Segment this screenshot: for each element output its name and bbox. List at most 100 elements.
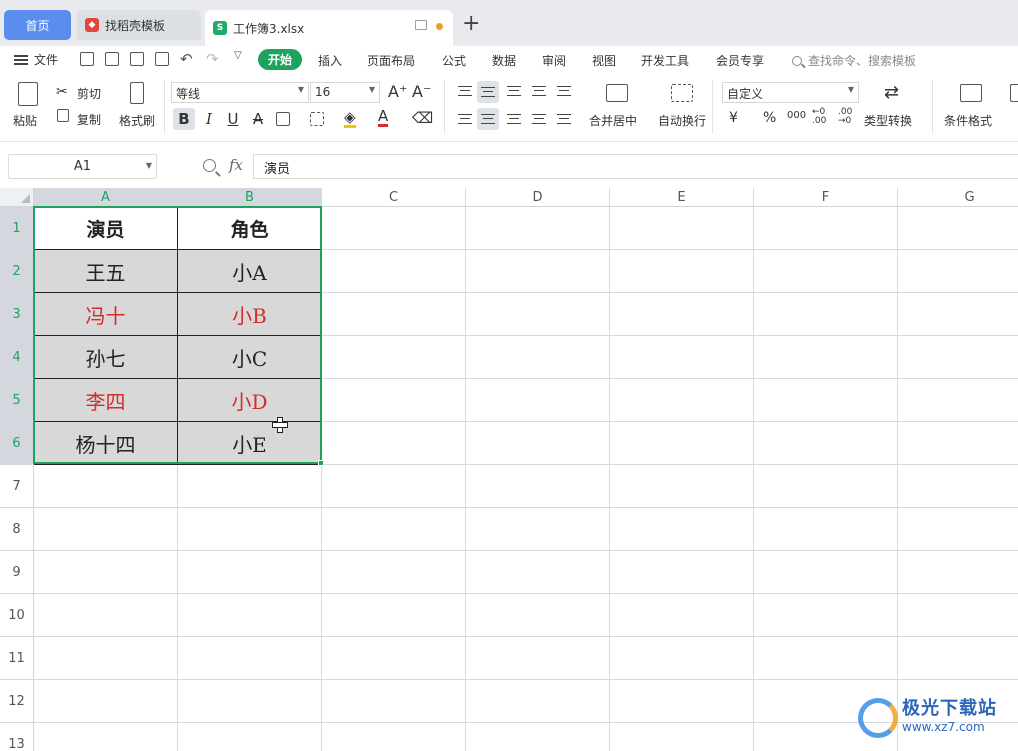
font-color-icon[interactable]: A <box>378 108 389 127</box>
row-header-7[interactable]: 7 <box>0 465 34 508</box>
merge-center-button[interactable]: 合并居中 <box>589 112 637 129</box>
select-all-corner[interactable] <box>0 188 34 207</box>
increase-decimal-icon[interactable]: ←0.00 <box>812 108 826 126</box>
row-header-1[interactable]: 1 <box>0 207 34 250</box>
percent-button[interactable]: % <box>763 110 776 126</box>
conditional-format-button[interactable]: 条件格式 <box>944 112 992 129</box>
row-header-6[interactable]: 6 <box>0 422 34 465</box>
new-tab-button[interactable]: + <box>462 12 480 36</box>
align-left-icon[interactable] <box>458 114 472 124</box>
row-header-5[interactable]: 5 <box>0 379 34 422</box>
quick-access-dropdown-icon[interactable]: ▽ <box>234 50 242 61</box>
monitor-icon[interactable] <box>415 20 427 30</box>
decrease-font-icon[interactable]: A⁻ <box>412 82 431 101</box>
redo-icon[interactable]: ↷ <box>206 50 219 68</box>
paste-icon[interactable] <box>18 82 38 106</box>
menu-review[interactable]: 审阅 <box>542 52 566 69</box>
bold-button[interactable]: B <box>173 108 195 130</box>
align-middle-button[interactable] <box>477 81 499 103</box>
border-icon[interactable] <box>276 112 290 126</box>
currency-button[interactable]: ¥ <box>729 110 738 126</box>
function-icon[interactable]: fx <box>229 156 243 174</box>
indent-decrease-icon[interactable] <box>532 86 546 96</box>
column-header-f[interactable]: F <box>754 188 898 207</box>
save-icon[interactable] <box>80 52 94 66</box>
align-right-icon[interactable] <box>507 114 521 124</box>
row-header-11[interactable]: 11 <box>0 637 34 680</box>
column-header-b[interactable]: B <box>178 188 322 207</box>
cell-b5[interactable]: 小D <box>178 379 322 422</box>
print-preview-icon[interactable] <box>155 52 169 66</box>
column-header-g[interactable]: G <box>898 188 1018 207</box>
cell-a1[interactable]: 演员 <box>34 207 178 250</box>
column-header-e[interactable]: E <box>610 188 754 207</box>
align-top-icon[interactable] <box>458 86 472 96</box>
print-icon[interactable] <box>130 52 144 66</box>
align-bottom-icon[interactable] <box>507 86 521 96</box>
name-box[interactable]: A1 ▼ <box>8 154 157 179</box>
row-header-8[interactable]: 8 <box>0 508 34 551</box>
paste-button[interactable]: 粘贴 <box>13 112 37 129</box>
align-center-button[interactable] <box>477 108 499 130</box>
cell-a5[interactable]: 李四 <box>34 379 178 422</box>
tab-home[interactable]: 首页 <box>4 10 71 40</box>
row-header-9[interactable]: 9 <box>0 551 34 594</box>
italic-button[interactable]: I <box>198 108 220 130</box>
row-header-10[interactable]: 10 <box>0 594 34 637</box>
font-size-select[interactable]: 16 ▼ <box>310 82 380 103</box>
format-painter-button[interactable]: 格式刷 <box>119 112 155 129</box>
tab-workbook[interactable]: S 工作簿3.xlsx <box>205 10 453 46</box>
menu-data[interactable]: 数据 <box>492 52 516 69</box>
cell-a6[interactable]: 杨十四 <box>34 422 178 465</box>
export-pdf-icon[interactable] <box>105 52 119 66</box>
menu-insert[interactable]: 插入 <box>318 52 342 69</box>
row-header-2[interactable]: 2 <box>0 250 34 293</box>
cell-b2[interactable]: 小A <box>178 250 322 293</box>
cell-style-icon[interactable] <box>310 112 324 126</box>
indent-increase-icon[interactable] <box>557 86 571 96</box>
justify-icon[interactable] <box>532 114 546 124</box>
copy-button[interactable]: 复制 <box>77 111 101 128</box>
tab-template[interactable]: ◆ 找稻壳模板 <box>77 10 201 40</box>
menu-page-layout[interactable]: 页面布局 <box>367 52 415 69</box>
table-style-icon[interactable] <box>1010 84 1018 102</box>
wrap-text-button[interactable]: 自动换行 <box>658 112 706 129</box>
fill-handle[interactable] <box>318 460 324 466</box>
cell-b6[interactable]: 小E <box>178 422 322 465</box>
command-search[interactable]: 查找命令、搜索模板 <box>792 52 916 69</box>
cell-b3[interactable]: 小B <box>178 293 322 336</box>
spreadsheet-grid[interactable]: A B C D E F G 1 2 3 4 5 6 7 8 9 10 11 12… <box>0 188 1018 751</box>
cell-b4[interactable]: 小C <box>178 336 322 379</box>
menu-developer[interactable]: 开发工具 <box>641 52 689 69</box>
fill-color-icon[interactable]: ◈ <box>344 109 356 128</box>
eraser-icon[interactable]: ⌫ <box>412 109 433 127</box>
column-header-c[interactable]: C <box>322 188 466 207</box>
cell-b1[interactable]: 角色 <box>178 207 322 250</box>
cell-a2[interactable]: 王五 <box>34 250 178 293</box>
font-name-select[interactable]: 等线 ▼ <box>171 82 309 103</box>
thousands-button[interactable]: 000 <box>787 110 806 121</box>
cell-a3[interactable]: 冯十 <box>34 293 178 336</box>
undo-icon[interactable]: ↶ <box>180 50 193 68</box>
formula-input[interactable]: 演员 <box>253 154 1018 179</box>
menu-member[interactable]: 会员专享 <box>716 52 764 69</box>
number-format-select[interactable]: 自定义 ▼ <box>722 82 859 103</box>
column-header-a[interactable]: A <box>34 188 178 207</box>
menu-view[interactable]: 视图 <box>592 52 616 69</box>
menu-start[interactable]: 开始 <box>258 49 302 70</box>
increase-font-icon[interactable]: A⁺ <box>388 82 407 101</box>
cut-button[interactable]: 剪切 <box>77 85 101 102</box>
type-convert-button[interactable]: 类型转换 <box>864 112 912 129</box>
cell-a4[interactable]: 孙七 <box>34 336 178 379</box>
row-header-12[interactable]: 12 <box>0 680 34 723</box>
zoom-icon[interactable] <box>203 159 216 172</box>
column-header-d[interactable]: D <box>466 188 610 207</box>
row-header-13[interactable]: 13 <box>0 723 34 751</box>
strikethrough-button[interactable]: A <box>247 108 269 130</box>
distribute-icon[interactable] <box>557 114 571 124</box>
file-menu[interactable]: 文件 <box>14 51 58 68</box>
underline-button[interactable]: U <box>222 108 244 130</box>
menu-formulas[interactable]: 公式 <box>442 52 466 69</box>
decrease-decimal-icon[interactable]: .00 →0 <box>838 108 852 126</box>
row-header-3[interactable]: 3 <box>0 293 34 336</box>
